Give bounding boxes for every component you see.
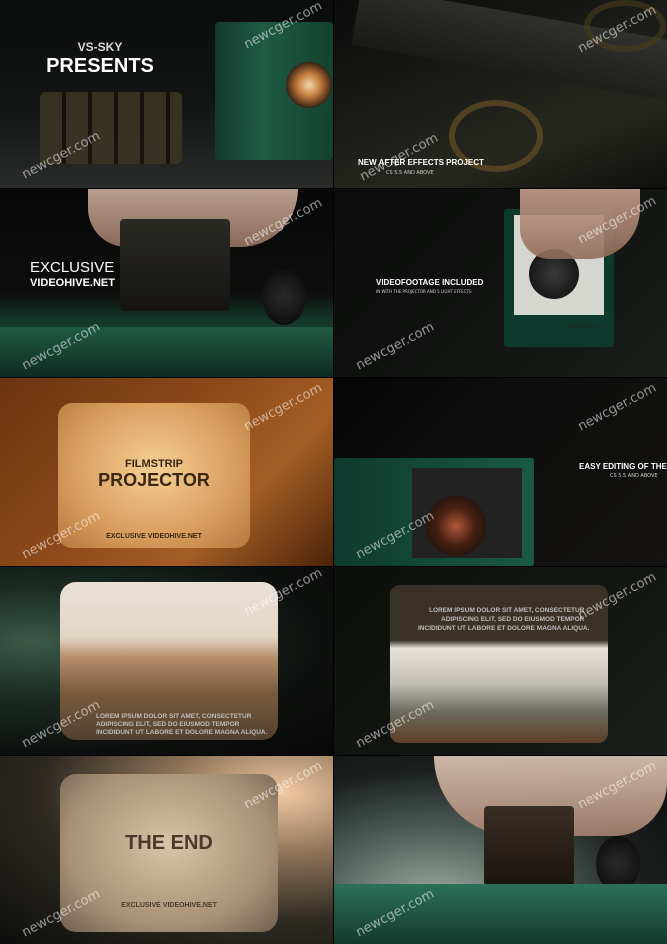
easy-editing-sub: CS 5.5 AND ABOVE bbox=[610, 473, 658, 479]
frame-filmstrip-projector: FILMSTRIP PROJECTOR EXCLUSIVE VIDEOHIVE.… bbox=[0, 378, 333, 566]
landscape-body-line: INCIDIDUNT UT LABORE ET DOLORE MAGNA ALI… bbox=[96, 729, 268, 736]
coast-body-line: LOREM IPSUM DOLOR SIT AMET, CONSECTETUR bbox=[429, 607, 585, 614]
projector-lens bbox=[426, 496, 486, 556]
landscape-body-line: LOREM IPSUM DOLOR SIT AMET, CONSECTETUR bbox=[96, 713, 252, 720]
frame-videofootage: VIDEOHIVE.NET VIDEOFOOTAGE INCLUDED IN W… bbox=[334, 189, 667, 377]
frame-presents: VS-SKY PRESENTS newcger.com newcger.com bbox=[0, 0, 333, 188]
frame-hand-knob: newcger.com newcger.com bbox=[334, 756, 667, 944]
videofootage-heading: VIDEOFOOTAGE INCLUDED bbox=[376, 278, 484, 287]
filmstrip-small-title: FILMSTRIP bbox=[124, 458, 184, 470]
frame-landscape-slide: LOREM IPSUM DOLOR SIT AMET, CONSECTETUR … bbox=[0, 567, 333, 755]
frame-coast-slide: LOREM IPSUM DOLOR SIT AMET, CONSECTETUR … bbox=[334, 567, 667, 755]
frame-new-ae-project: NEW AFTER EFFECTS PROJECT CS 5.5 AND ABO… bbox=[334, 0, 667, 188]
landscape-body-line: ADIPISCING ELIT, SED DO EIUSMOD TEMPOR bbox=[96, 721, 240, 728]
watermark: newcger.com bbox=[241, 380, 325, 435]
easy-editing-heading: EASY EDITING OF THE PROJECT bbox=[579, 462, 667, 471]
coast-body-line: ADIPISCING ELIT, SED DO EIUSMOD TEMPOR bbox=[441, 616, 585, 623]
film-gate bbox=[120, 219, 230, 311]
presents-small-title: VS-SKY bbox=[77, 40, 123, 54]
preview-grid: VS-SKY PRESENTS newcger.com newcger.com … bbox=[0, 0, 667, 944]
exclusive-sub: VIDEOHIVE.NET bbox=[30, 277, 115, 289]
filmstrip-footer: EXCLUSIVE VIDEOHIVE.NET bbox=[106, 533, 202, 540]
knob bbox=[262, 269, 306, 325]
coast-body-line: INCIDIDUNT UT LABORE ET DOLORE MAGNA ALI… bbox=[418, 625, 590, 632]
device-label: VIDEOHIVE.NET bbox=[566, 324, 606, 330]
projector-lens bbox=[286, 62, 332, 108]
frame-the-end: THE END EXCLUSIVE VIDEOHIVE.NET newcger.… bbox=[0, 756, 333, 944]
frame-easy-editing: EASY EDITING OF THE PROJECT CS 5.5 AND A… bbox=[334, 378, 667, 566]
watermark: newcger.com bbox=[575, 380, 659, 435]
exclusive-heading: EXCLUSIVE bbox=[30, 259, 115, 276]
watermark: newcger.com bbox=[353, 319, 437, 374]
the-end-title: THE END bbox=[125, 832, 213, 854]
presents-big-title: PRESENTS bbox=[46, 55, 154, 77]
videofootage-sub: IN WITH THE PROJECTOR AND 5 LIGHT EFFECT… bbox=[376, 289, 472, 294]
new-project-sub: CS 5.5 AND ABOVE bbox=[386, 170, 434, 176]
filmstrip-big-title: PROJECTOR bbox=[98, 470, 210, 490]
frame-exclusive: EXCLUSIVE VIDEOHIVE.NET newcger.com newc… bbox=[0, 189, 333, 377]
film-gate bbox=[484, 806, 574, 886]
